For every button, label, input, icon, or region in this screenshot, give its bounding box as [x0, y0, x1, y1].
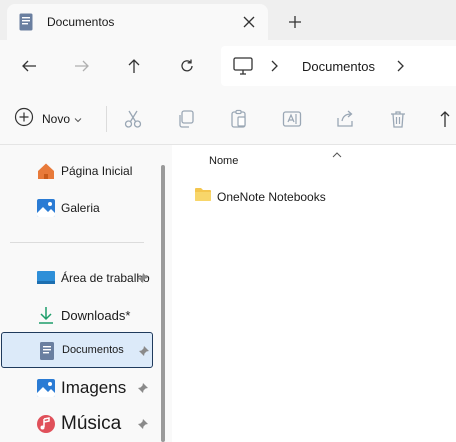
copy-icon[interactable]: [175, 108, 197, 130]
close-icon[interactable]: [237, 10, 261, 34]
chevron-right-icon[interactable]: [269, 59, 279, 78]
sort-icon[interactable]: [438, 108, 456, 130]
desktop-icon: [36, 268, 56, 288]
back-arrow-icon[interactable]: [15, 52, 43, 80]
new-button[interactable]: Novo: [14, 106, 82, 132]
sidebar-item-galeria[interactable]: Galeria: [0, 190, 158, 226]
sidebar-item-label: Página Inicial: [61, 164, 133, 178]
sidebar-item-label: Música: [61, 413, 122, 434]
paste-icon[interactable]: [228, 108, 250, 130]
address-bar[interactable]: Documentos: [221, 46, 456, 86]
file-name: OneNote Notebooks: [217, 190, 326, 204]
pin-icon[interactable]: [138, 344, 150, 362]
delete-icon[interactable]: [387, 108, 409, 130]
chevron-down-icon: [74, 110, 82, 128]
sidebar-scrollbar[interactable]: [161, 165, 165, 442]
documents-icon: [19, 13, 33, 36]
sidebar-item-pagina-inicial[interactable]: Página Inicial: [0, 153, 158, 189]
sidebar-item-label: Galeria: [61, 201, 100, 215]
rename-icon[interactable]: [281, 108, 303, 130]
chevron-right-icon[interactable]: [395, 59, 405, 78]
chevron-up-icon: [332, 145, 342, 163]
sidebar-item-area-de-trabalho[interactable]: Área de trabalho: [0, 260, 158, 296]
column-header-nome[interactable]: Nome: [209, 155, 238, 167]
documents-icon: [37, 341, 57, 361]
sidebar-item-label: Imagens: [61, 378, 127, 397]
file-list: Nome OneNote Notebooks: [172, 145, 456, 442]
new-tab-plus-icon[interactable]: [283, 10, 307, 34]
folder-icon: [194, 187, 212, 207]
pin-icon[interactable]: [137, 381, 149, 399]
download-arrow-icon: [36, 305, 56, 325]
tab-title: Documentos: [47, 15, 115, 29]
navigation-pane: Página Inicial Galeria Área de trabalho …: [0, 145, 172, 442]
computer-icon: [233, 57, 253, 80]
navigation-bar: Documentos: [0, 40, 456, 92]
home-icon: [36, 161, 56, 181]
sidebar-divider: [10, 242, 144, 243]
gallery-icon: [36, 198, 56, 218]
plus-circle-icon: [14, 107, 34, 132]
breadcrumb-documentos[interactable]: Documentos: [302, 59, 375, 74]
sidebar-item-downloads[interactable]: Downloads*: [0, 297, 158, 333]
list-item[interactable]: OneNote Notebooks: [194, 186, 326, 208]
sidebar-item-label: Documentos: [62, 344, 124, 356]
command-bar: Novo: [0, 92, 456, 145]
share-icon[interactable]: [334, 108, 356, 130]
pin-icon[interactable]: [137, 271, 149, 289]
sidebar-item-label: Downloads*: [61, 307, 131, 323]
sidebar-item-musica[interactable]: Música: [0, 406, 158, 442]
new-button-label: Novo: [42, 112, 71, 126]
tab-documentos[interactable]: Documentos: [7, 4, 268, 40]
music-icon: [36, 414, 56, 434]
toolbar-divider: [106, 106, 107, 132]
tab-strip: Documentos: [0, 0, 456, 40]
pin-icon[interactable]: [137, 417, 149, 435]
pictures-icon: [36, 378, 56, 398]
sidebar-item-documentos[interactable]: Documentos: [1, 332, 153, 368]
refresh-icon[interactable]: [173, 52, 201, 80]
sidebar-item-imagens[interactable]: Imagens: [0, 370, 158, 406]
forward-arrow-icon[interactable]: [68, 52, 96, 80]
up-arrow-icon[interactable]: [120, 52, 148, 80]
cut-icon[interactable]: [122, 108, 144, 130]
